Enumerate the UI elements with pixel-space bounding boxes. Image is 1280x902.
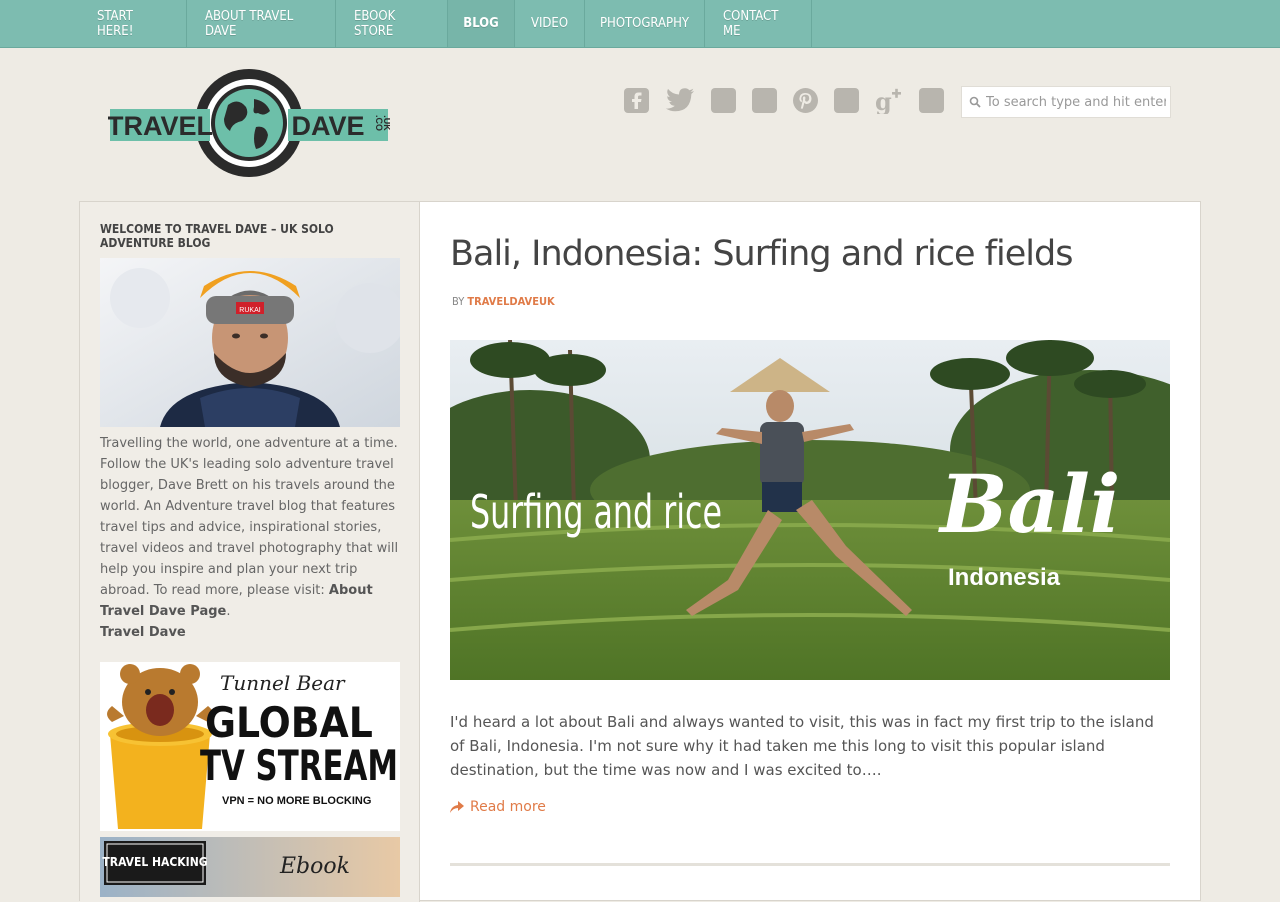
author-link[interactable]: TRAVELDAVEUK bbox=[467, 295, 554, 308]
logo-text-right: DAVE bbox=[291, 111, 364, 141]
post-excerpt: I'd heard a lot about Bali and always wa… bbox=[450, 713, 1154, 779]
sidebar: WELCOME TO TRAVEL DAVE – UK SOLO ADVENTU… bbox=[80, 202, 420, 902]
search-icon bbox=[969, 96, 981, 108]
hero-right-big: Bali bbox=[938, 457, 1120, 551]
twitter-icon[interactable] bbox=[665, 88, 695, 113]
post-byline: BY TRAVELDAVEUK bbox=[452, 295, 555, 308]
search-input[interactable] bbox=[984, 87, 1168, 117]
nav-item-video[interactable]: VIDEO bbox=[515, 0, 585, 47]
nav-item-start-here[interactable]: START HERE! bbox=[79, 0, 187, 47]
sidebar-widget-title: WELCOME TO TRAVEL DAVE – UK SOLO ADVENTU… bbox=[100, 222, 334, 250]
pinterest-icon[interactable] bbox=[793, 87, 818, 113]
author-portrait: RUKAI bbox=[100, 258, 400, 427]
nav-item-contact[interactable]: CONTACT ME bbox=[705, 0, 812, 47]
square-icon[interactable] bbox=[752, 87, 777, 113]
logo-text-left: TRAVEL bbox=[108, 111, 213, 141]
ad-line1: GLOBAL bbox=[205, 698, 373, 747]
read-more-link[interactable]: Read more bbox=[450, 799, 546, 815]
hero-right-small: Indonesia bbox=[948, 564, 1061, 591]
post-title[interactable]: Bali, Indonesia: Surfing and rice fields bbox=[450, 234, 1073, 274]
nav-item-ebook-store[interactable]: EBOOK STORE bbox=[336, 0, 448, 47]
square-icon[interactable] bbox=[834, 87, 859, 113]
travel-hacking-ebook-ad[interactable]: TRAVEL HACKING Ebook bbox=[100, 837, 400, 897]
nav-list: START HERE! ABOUT TRAVEL DAVE EBOOK STOR… bbox=[79, 0, 812, 47]
share-arrow-icon bbox=[450, 801, 464, 813]
search-box bbox=[961, 86, 1171, 118]
tunnelbear-ad[interactable]: Tunnel Bear GLOBAL TV STREAM VPN = NO MO… bbox=[100, 662, 400, 831]
nav-item-blog[interactable]: BLOG bbox=[448, 0, 515, 47]
top-navigation: START HERE! ABOUT TRAVEL DAVE EBOOK STOR… bbox=[0, 0, 1280, 48]
about-text: Travelling the world, one adventure at a… bbox=[100, 436, 399, 598]
byline-label: BY bbox=[452, 295, 465, 308]
about-text-suffix: . bbox=[226, 604, 231, 619]
signature-link[interactable]: Travel Dave bbox=[100, 625, 186, 640]
ad-brand: Tunnel Bear bbox=[220, 671, 346, 695]
google-plus-icon[interactable]: g bbox=[875, 87, 903, 114]
about-text-block: Travelling the world, one adventure at a… bbox=[100, 433, 402, 643]
logo-suffix-uk: .UK bbox=[382, 115, 390, 131]
square-icon[interactable] bbox=[711, 87, 736, 113]
nav-item-about[interactable]: ABOUT TRAVEL DAVE bbox=[187, 0, 336, 47]
ad2-script: Ebook bbox=[279, 854, 350, 879]
logo-graphic: TRAVEL DAVE .CO .UK bbox=[107, 69, 392, 177]
social-icons: g bbox=[624, 86, 960, 114]
square-icon[interactable] bbox=[919, 87, 944, 113]
portrait-hat-badge: RUKAI bbox=[239, 307, 260, 314]
ad-line2: TV STREAM bbox=[200, 741, 398, 790]
nav-item-photography[interactable]: PHOTOGRAPHY bbox=[585, 0, 705, 47]
read-more-label: Read more bbox=[470, 799, 546, 815]
post-featured-image[interactable]: Surfing and rice Bali Indonesia bbox=[450, 340, 1170, 680]
svg-text:g: g bbox=[875, 87, 892, 114]
ad2-badge: TRAVEL HACKING bbox=[102, 855, 207, 869]
hero-left-text: Surfing and rice bbox=[470, 485, 722, 539]
site-logo[interactable]: TRAVEL DAVE .CO .UK bbox=[107, 69, 392, 177]
ad-tagline: VPN = NO MORE BLOCKING bbox=[222, 795, 371, 807]
facebook-icon[interactable] bbox=[624, 87, 649, 113]
post-divider bbox=[450, 863, 1170, 866]
